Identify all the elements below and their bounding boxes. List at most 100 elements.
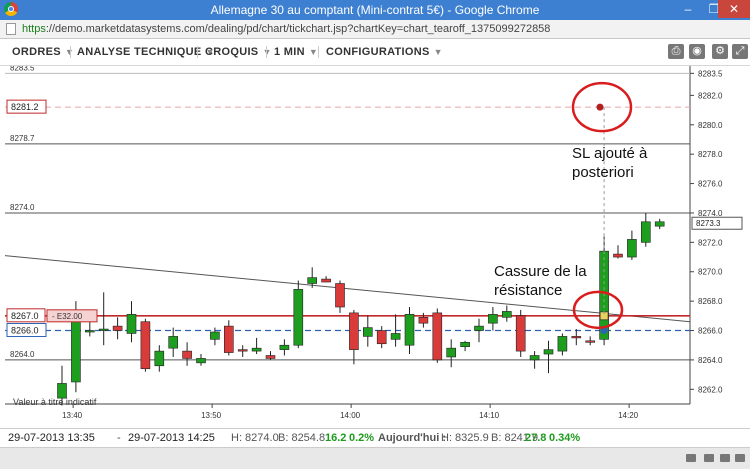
grip-icon[interactable]	[686, 454, 696, 462]
time-tick-label: 14:00	[340, 411, 361, 420]
candle-body	[446, 347, 457, 358]
price-level-label: 8264.0	[10, 350, 35, 359]
status-bar: 29-07-2013 13:35 - 29-07-2013 14:25 H: 8…	[0, 428, 750, 447]
candle-body	[57, 383, 67, 399]
price-tick-label: 8266.0	[698, 327, 723, 336]
browser-title-bar: Allemagne 30 au comptant (Mini-contrat 5…	[0, 0, 750, 20]
candle-body	[474, 325, 484, 331]
time-tick-label: 13:50	[201, 411, 222, 420]
annotation-break-line1: Cassure de la	[494, 263, 587, 280]
menu-interval[interactable]: 1 MIN ▼	[274, 46, 318, 58]
candle-body	[71, 321, 81, 383]
status-today-high: H: 8325.9	[441, 432, 489, 444]
stop-loss-label: 8281.2	[11, 102, 39, 112]
candle-body	[654, 221, 665, 227]
url-scheme: https	[22, 23, 46, 35]
candle-body	[543, 349, 554, 355]
candle-body	[390, 333, 401, 340]
menu-ordres[interactable]: ORDRES▼	[12, 46, 74, 58]
candle-body	[85, 330, 95, 333]
order-label: 8267.0	[11, 311, 39, 321]
candle-body	[279, 344, 290, 350]
candle-body	[501, 311, 512, 318]
annotation-sl-line1: SL ajouté à	[572, 145, 648, 162]
grip-icon[interactable]	[735, 454, 745, 462]
expand-icon[interactable]: ⤢	[732, 44, 748, 59]
price-tick-label: 8280.0	[698, 121, 723, 130]
candle-body	[126, 314, 137, 334]
candle-body	[349, 312, 359, 350]
status-change: 16.2	[325, 432, 347, 444]
annotation-break-line2: résistance	[494, 282, 562, 299]
candle-body	[557, 336, 568, 352]
menu-croquis[interactable]: CROQUIS ▼	[205, 46, 272, 58]
chevron-down-icon: ▼	[262, 47, 272, 57]
candle-body	[418, 316, 429, 324]
bottom-bar	[0, 447, 750, 469]
status-from: 29-07-2013 13:35	[8, 432, 95, 444]
price-level-label: 8278.7	[10, 134, 35, 143]
url-text[interactable]: https://demo.marketdatasystems.com/deali…	[22, 23, 550, 35]
candle-body	[154, 350, 165, 367]
candle-body	[376, 330, 387, 345]
minimize-button[interactable]: –	[674, 0, 702, 18]
grip-icon[interactable]	[720, 454, 730, 462]
candle-body	[529, 355, 540, 361]
menu-analyse-technique[interactable]: ANALYSE TECHNIQUE ▼	[77, 46, 215, 58]
chevron-down-icon: ▼	[433, 47, 443, 57]
status-change-pct: 0.2%	[349, 432, 375, 444]
candle-body	[224, 325, 234, 353]
price-tick-label: 8283.5	[698, 69, 723, 78]
grip-icon[interactable]	[704, 454, 714, 462]
price-tick-label: 8270.0	[698, 268, 723, 277]
status-dash: -	[117, 432, 121, 444]
page-icon	[6, 23, 16, 35]
candle-body	[265, 355, 276, 359]
candle-body	[335, 283, 345, 308]
price-tick-label: 8264.0	[698, 356, 723, 365]
current-price-label: 8273.3	[696, 219, 721, 228]
price-level-label: 8274.0	[10, 203, 35, 212]
indicative-watermark: Valeur à titre indicatif	[13, 397, 97, 407]
print-icon[interactable]: ⎙	[668, 44, 684, 59]
candle-body	[571, 336, 582, 339]
window-title: Allemagne 30 au comptant (Mini-contrat 5…	[210, 3, 540, 17]
annotation-sl-line2: posteriori	[572, 164, 634, 181]
menu-configurations[interactable]: CONFIGURATIONS ▼	[326, 46, 443, 58]
address-bar[interactable]: https://demo.marketdatasystems.com/deali…	[0, 20, 750, 39]
candle-body	[432, 312, 443, 361]
time-tick-label: 14:20	[618, 411, 639, 420]
candle-body	[585, 340, 596, 343]
price-tick-label: 8278.0	[698, 150, 723, 159]
close-button[interactable]: ✕	[718, 0, 750, 18]
candle-body	[362, 327, 373, 337]
price-tick-label: 8276.0	[698, 180, 723, 189]
price-tick-label: 8282.0	[698, 91, 723, 100]
price-level-label: 8283.5	[10, 66, 35, 72]
candle-body	[196, 358, 206, 364]
candlestick-chart[interactable]: 8262.0 8264.0 8266.0 8268.0 8270.0 8272.0 8274…	[0, 66, 750, 426]
status-high: H: 8274.0	[231, 432, 279, 444]
candle-body	[640, 221, 651, 243]
price-tick-label: 8262.0	[698, 385, 723, 394]
candle-body	[112, 325, 123, 331]
candle	[515, 309, 526, 357]
price-tick-label: 8274.0	[698, 209, 723, 218]
candle-body	[140, 321, 151, 370]
camera-icon[interactable]: ◉	[689, 44, 705, 59]
time-tick-label: 13:40	[62, 411, 83, 420]
candle	[293, 280, 304, 349]
time-tick-label: 14:10	[479, 411, 500, 420]
entry-label: 8266.0	[11, 326, 39, 336]
stop-dot	[596, 103, 604, 111]
chart-toolbar: ORDRES▼ ANALYSE TECHNIQUE▼ CROQUIS▼ 1 MI…	[0, 39, 750, 66]
gear-icon[interactable]: ⚙	[712, 44, 728, 59]
status-to: 29-07-2013 14:25	[128, 432, 215, 444]
candle-body	[307, 277, 318, 284]
candle-body	[460, 341, 470, 347]
candle-body	[182, 350, 192, 359]
candle-body	[98, 328, 109, 331]
url-rest: ://demo.marketdatasystems.com/dealing/pd…	[45, 23, 551, 35]
candle-body	[321, 278, 331, 283]
candle-body	[210, 331, 220, 340]
